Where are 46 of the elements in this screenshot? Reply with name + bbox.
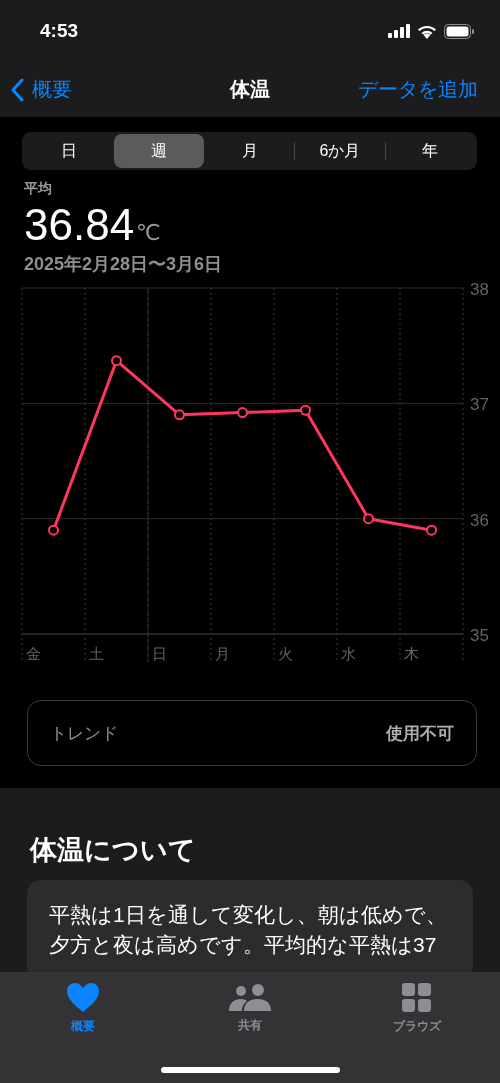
range-tab[interactable]: 年 [385, 134, 476, 168]
status-time: 4:53 [40, 20, 79, 42]
data-point [48, 524, 59, 536]
axis-label: 木 [404, 645, 419, 662]
grid-icon [402, 983, 432, 1012]
axis-label: 火 [278, 645, 293, 662]
average-value: 36.84 [24, 200, 135, 250]
trend-label: トレンド [50, 722, 118, 745]
signal-icon [388, 24, 410, 38]
data-point [426, 524, 437, 536]
section-heading: 体温について [30, 834, 197, 867]
battery-icon [444, 23, 474, 39]
unit-label: ℃ [136, 220, 161, 246]
date-range: 2025年2月28日〜3月6日 [24, 253, 224, 276]
data-point [174, 409, 185, 421]
data-point [111, 355, 122, 367]
range-tab[interactable]: 日 [24, 134, 114, 168]
axis-label: 36 [470, 510, 489, 530]
axis-label: 日 [152, 645, 167, 662]
range-tab[interactable]: 週 [114, 134, 204, 168]
trend-row[interactable]: トレンド 使用不可 [27, 700, 477, 766]
wifi-icon [417, 23, 437, 39]
range-tab[interactable]: 月 [204, 134, 295, 168]
trend-value: 使用不可 [386, 722, 454, 745]
people-icon [229, 983, 271, 1011]
axis-label: 水 [341, 645, 356, 662]
average-label: 平均 [24, 180, 53, 198]
add-data-link[interactable]: データを追加 [358, 76, 478, 103]
axis-label: 35 [470, 626, 489, 645]
back-link[interactable]: 概要 [10, 76, 72, 103]
axis-label: 37 [470, 395, 489, 415]
chevron-left-icon [10, 77, 24, 102]
info-text: 平熱は1日を通して変化し、朝は低めで、夕方と夜は高めです。平均的な平熱は37 [49, 902, 448, 958]
data-point [300, 404, 311, 416]
axis-label: 38 [470, 282, 489, 299]
range-tab[interactable]: 6か月 [295, 134, 385, 168]
data-point [363, 513, 374, 525]
tab-bar-item[interactable]: 概要 [0, 982, 167, 1036]
page-title: 体温 [230, 77, 270, 102]
heart-icon [67, 983, 100, 1012]
tab-bar-item[interactable]: ブラウズ [333, 982, 500, 1036]
axis-label: 金 [26, 645, 41, 662]
axis-label: 月 [215, 645, 230, 662]
tab-bar-item[interactable]: 共有 [166, 982, 334, 1035]
axis-label: 土 [89, 645, 104, 662]
data-point [237, 407, 248, 419]
